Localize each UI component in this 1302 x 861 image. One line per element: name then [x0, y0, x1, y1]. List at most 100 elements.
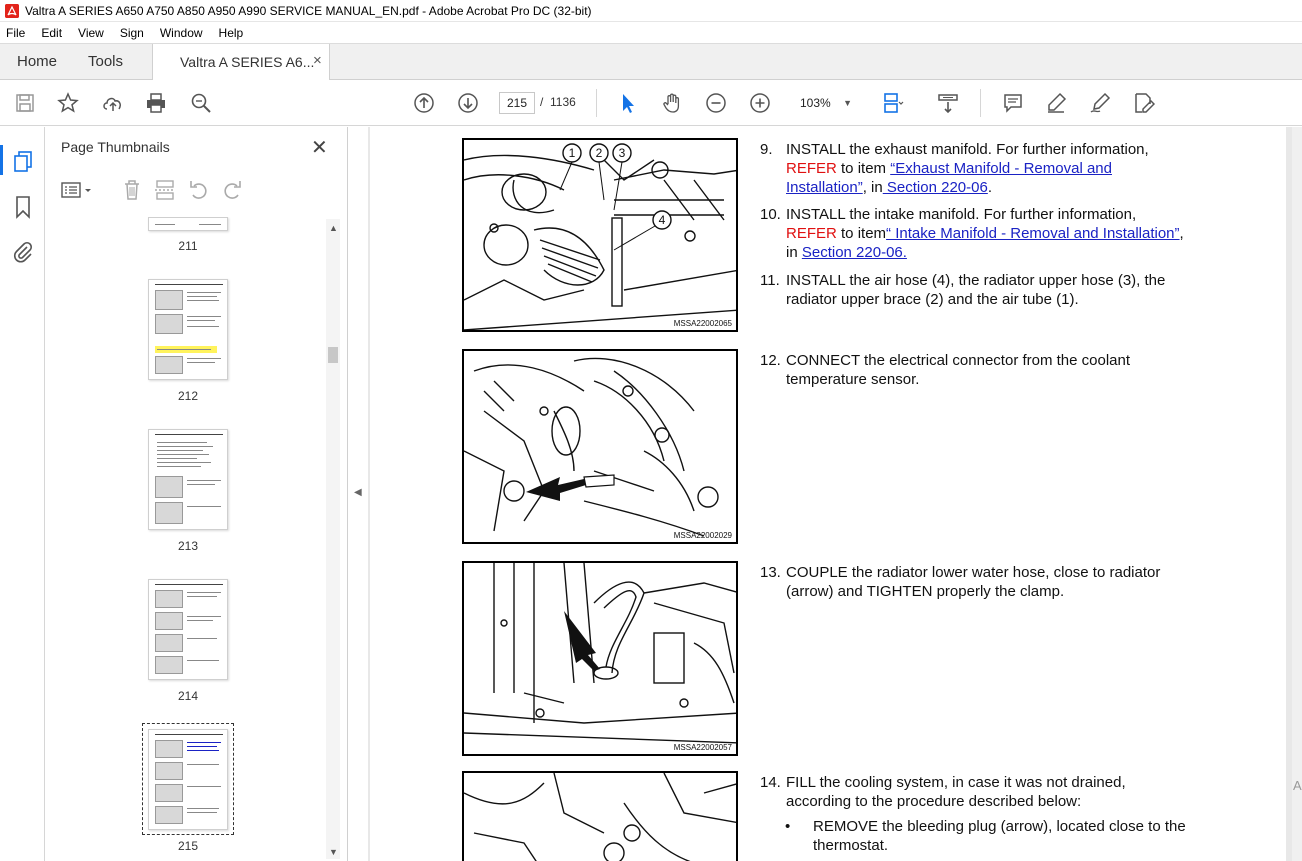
- zoom-out-icon[interactable]: [703, 90, 729, 116]
- refer-label: REFER: [786, 160, 837, 177]
- tab-tools[interactable]: Tools: [88, 53, 123, 70]
- thumbnail-scrollbar[interactable]: ▲ ▼: [326, 219, 340, 859]
- step-text: INSTALL the intake manifold. For further…: [786, 205, 1190, 262]
- step-number: 10.: [760, 206, 781, 223]
- scrollbar-thumb[interactable]: [328, 347, 338, 363]
- step-text-part: , in: [862, 179, 883, 196]
- menu-sign[interactable]: Sign: [118, 26, 144, 40]
- figure-radiator-hose: MSSA22002057: [462, 561, 738, 756]
- left-tool-rail: [0, 127, 45, 861]
- step-11: 11. INSTALL the air hose (4), the radiat…: [760, 271, 1190, 309]
- step-9: 9. INSTALL the exhaust manifold. For fur…: [760, 140, 1190, 197]
- comment-icon[interactable]: [1000, 90, 1026, 116]
- pointer-arrow: [526, 477, 586, 501]
- figure-coolant-sensor: MSSA22002029: [462, 349, 738, 544]
- step-number: 9.: [760, 141, 773, 158]
- extract-pages-icon[interactable]: [153, 178, 177, 202]
- document-scrollbar[interactable]: [1292, 127, 1302, 861]
- callout-1: 1: [569, 146, 576, 160]
- menu-window[interactable]: Window: [158, 26, 203, 40]
- zoom-level-dropdown[interactable]: 103% ▼: [790, 92, 858, 114]
- edit-pdf-icon[interactable]: [1131, 90, 1157, 116]
- menu-file[interactable]: File: [4, 26, 25, 40]
- step-text: INSTALL the exhaust manifold. For furthe…: [786, 140, 1190, 197]
- pdf-page: 1 2 3 4 MSSA22002065 9. INSTALL the exha…: [370, 127, 1286, 861]
- engine-illustration: 1 2 3 4: [464, 143, 736, 330]
- panel-close-icon[interactable]: ✕: [311, 135, 328, 160]
- radiator-illustration: [464, 563, 736, 744]
- panel-title: Page Thumbnails: [61, 139, 170, 155]
- rotate-counterclockwise-icon[interactable]: [187, 178, 211, 202]
- main-toolbar: 215 / 1136 103% ▼: [0, 80, 1302, 126]
- attachments-paperclip-icon[interactable]: [11, 240, 35, 264]
- select-cursor-icon[interactable]: [615, 90, 641, 116]
- page-number-input[interactable]: 215: [499, 92, 535, 114]
- scroll-mode-icon[interactable]: [935, 90, 961, 116]
- tab-close-icon[interactable]: ×: [313, 52, 322, 69]
- step-number: 14.: [760, 774, 781, 791]
- zoom-search-icon[interactable]: [188, 90, 214, 116]
- thumbnail-page-number: 214: [177, 689, 199, 703]
- thumbnail-page-number: 213: [177, 539, 199, 553]
- step-12: 12. CONNECT the electrical connector fro…: [760, 351, 1190, 389]
- step-text: COUPLE the radiator lower water hose, cl…: [786, 564, 1161, 600]
- thumbnail-page-current[interactable]: [148, 729, 228, 830]
- menu-view[interactable]: View: [76, 26, 104, 40]
- toolbar-divider: [980, 89, 981, 117]
- thumbnail-page[interactable]: [148, 579, 228, 680]
- print-icon[interactable]: [143, 90, 169, 116]
- panel-splitter[interactable]: ◀: [348, 127, 368, 861]
- bookmarks-icon[interactable]: [11, 195, 35, 219]
- thumbnail-page[interactable]: [148, 217, 228, 231]
- step-10: 10. INSTALL the intake manifold. For fur…: [760, 205, 1190, 262]
- tab-bar: Home Tools Valtra A SERIES A6... ×: [0, 43, 1302, 81]
- thumbnail-page[interactable]: [148, 429, 228, 530]
- rotate-clockwise-icon[interactable]: [220, 178, 244, 202]
- figure-caption: MSSA22002029: [673, 531, 732, 540]
- tab-home[interactable]: Home: [17, 53, 57, 70]
- hand-tool-icon[interactable]: [659, 90, 685, 116]
- scroll-up-icon[interactable]: ▲: [329, 223, 338, 233]
- step-number: 12.: [760, 352, 781, 369]
- figure-caption: MSSA22002065: [673, 319, 732, 328]
- tab-document[interactable]: Valtra A SERIES A6... ×: [152, 44, 330, 81]
- link-intake-manifold[interactable]: “ Intake Manifold - Removal and Installa…: [886, 225, 1179, 242]
- bullet-item: • REMOVE the bleeding plug (arrow), loca…: [785, 817, 1205, 855]
- callout-2: 2: [596, 146, 603, 160]
- bullet-text: REMOVE the bleeding plug (arrow), locate…: [813, 818, 1186, 854]
- delete-trash-icon[interactable]: [120, 178, 144, 202]
- upload-cloud-icon[interactable]: [100, 90, 126, 116]
- page-total: / 1136: [540, 95, 576, 109]
- link-section-220-06[interactable]: Section 220-06: [883, 179, 988, 196]
- step-13: 13. COUPLE the radiator lower water hose…: [760, 563, 1190, 601]
- page-display-icon[interactable]: [880, 90, 906, 116]
- thumbnail-options-icon[interactable]: [60, 178, 94, 202]
- title-bar: Valtra A SERIES A650 A750 A850 A950 A990…: [0, 0, 1302, 22]
- sign-pen-icon[interactable]: [1087, 90, 1113, 116]
- menu-help[interactable]: Help: [217, 26, 244, 40]
- save-icon[interactable]: [12, 90, 38, 116]
- figure-exhaust-manifold: 1 2 3 4 MSSA22002065: [462, 138, 738, 332]
- thumbnail-list: 211 212 213 214 215: [46, 217, 336, 861]
- next-page-icon[interactable]: [455, 90, 481, 116]
- highlight-pen-icon[interactable]: [1043, 90, 1069, 116]
- step-instruction: INSTALL the intake manifold. For further…: [786, 206, 1137, 223]
- engine-illustration: [464, 357, 719, 537]
- figure-bleeding-plug: [462, 771, 738, 861]
- zoom-level-value: 103%: [800, 96, 831, 110]
- page-thumbnails-icon[interactable]: [0, 145, 35, 175]
- collapse-panel-icon[interactable]: ◀: [354, 487, 362, 498]
- toolbar-divider: [596, 89, 597, 117]
- bookmark-star-icon[interactable]: [55, 90, 81, 116]
- scroll-down-icon[interactable]: ▼: [329, 847, 338, 857]
- callout-3: 3: [619, 146, 626, 160]
- menu-edit[interactable]: Edit: [39, 26, 62, 40]
- step-number: 13.: [760, 564, 781, 581]
- previous-page-icon[interactable]: [411, 90, 437, 116]
- zoom-in-icon[interactable]: [747, 90, 773, 116]
- thumbnail-page[interactable]: [148, 279, 228, 380]
- thumbnail-page-number: 215: [177, 839, 199, 853]
- link-section-220-06[interactable]: Section 220-06.: [802, 244, 907, 261]
- page-total-count: 1136: [550, 95, 576, 109]
- document-view: 1 2 3 4 MSSA22002065 9. INSTALL the exha…: [368, 127, 1292, 861]
